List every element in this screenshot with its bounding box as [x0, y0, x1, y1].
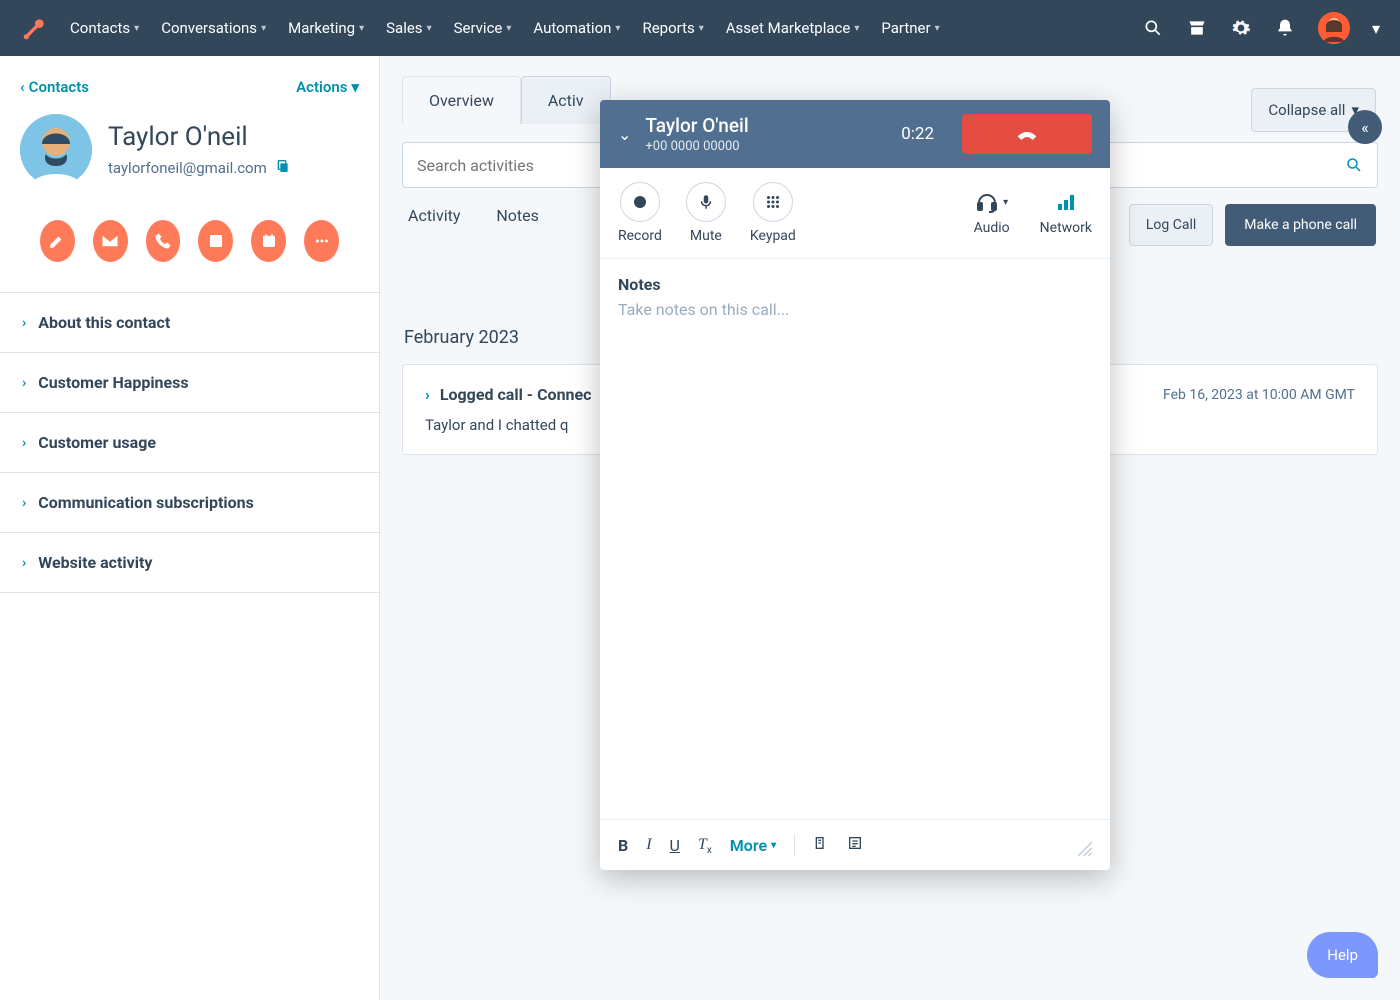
notifications-icon[interactable]: [1274, 17, 1296, 39]
record-icon: [620, 182, 660, 222]
tab-overview[interactable]: Overview: [402, 76, 521, 124]
chevron-right-icon: ›: [22, 435, 26, 451]
keypad-button[interactable]: Keypad: [750, 182, 796, 244]
caret-down-icon: ▾: [1003, 197, 1008, 208]
toolbar-separator: [794, 834, 795, 856]
chevron-down-icon: ▾: [854, 23, 859, 34]
call-controls: Record Mute Keypad ▾ Audio Network: [600, 168, 1110, 259]
signal-icon: [1054, 190, 1078, 214]
nav-conversations[interactable]: Conversations▾: [161, 19, 266, 37]
contact-quick-actions: [0, 202, 379, 292]
call-contact-name: Taylor O'neil: [645, 114, 748, 137]
filter-activity[interactable]: Activity: [408, 206, 460, 225]
record-button[interactable]: Record: [618, 182, 662, 244]
call-notes-area[interactable]: Notes Take notes on this call...: [600, 259, 1110, 819]
contact-sections: ›About this contact ›Customer Happiness …: [0, 292, 379, 593]
call-panel: ⌄ Taylor O'neil +00 0000 00000 0:22 Reco…: [600, 100, 1110, 870]
call-header: ⌄ Taylor O'neil +00 0000 00000 0:22: [600, 100, 1110, 168]
nav-service[interactable]: Service▾: [454, 19, 512, 37]
insert-button[interactable]: [847, 835, 863, 855]
activity-title: Logged call - Connec: [440, 385, 592, 404]
caret-down-icon: ▾: [351, 78, 359, 96]
chevron-down-icon: ▾: [261, 23, 266, 34]
nav-right: ▾: [1142, 12, 1380, 44]
activity-timestamp: Feb 16, 2023 at 10:00 AM GMT: [1163, 387, 1355, 403]
back-to-contacts[interactable]: ‹ Contacts: [20, 78, 89, 96]
mute-button[interactable]: Mute: [686, 182, 726, 244]
user-avatar[interactable]: [1318, 12, 1350, 44]
email-button[interactable]: [93, 220, 128, 262]
settings-icon[interactable]: [1230, 17, 1252, 39]
collapse-call-icon[interactable]: ⌄: [618, 125, 631, 144]
snippet-button[interactable]: [813, 835, 829, 855]
chevron-right-icon: ›: [425, 385, 430, 404]
note-button[interactable]: [40, 220, 75, 262]
make-phone-call-button[interactable]: Make a phone call: [1225, 204, 1376, 246]
contact-email: taylorfoneil@gmail.com: [108, 158, 291, 178]
editor-toolbar: B I U Tx More▾: [600, 819, 1110, 870]
marketplace-icon[interactable]: [1186, 17, 1208, 39]
actions-menu[interactable]: Actions ▾: [296, 78, 359, 96]
log-call-button[interactable]: Log Call: [1129, 204, 1213, 246]
nav-items: Contacts▾ Conversations▾ Marketing▾ Sale…: [70, 19, 940, 37]
nav-marketing[interactable]: Marketing▾: [288, 19, 364, 37]
tab-activities[interactable]: Activ: [521, 76, 611, 124]
chevron-down-icon: ▾: [506, 23, 511, 34]
call-button[interactable]: [146, 220, 181, 262]
resize-handle[interactable]: [1078, 842, 1092, 856]
section-customer-happiness[interactable]: ›Customer Happiness: [0, 353, 379, 413]
headset-icon: [975, 190, 999, 214]
chevron-down-icon: ▾: [699, 23, 704, 34]
chevron-down-icon: ▾: [615, 23, 620, 34]
nav-contacts[interactable]: Contacts▾: [70, 19, 139, 37]
hubspot-logo[interactable]: [20, 13, 50, 43]
network-button[interactable]: Network: [1040, 190, 1092, 236]
call-timer: 0:22: [901, 124, 934, 144]
chevron-right-icon: ›: [22, 315, 26, 331]
nav-reports[interactable]: Reports▾: [642, 19, 703, 37]
audio-button[interactable]: ▾ Audio: [974, 190, 1010, 236]
chevron-down-icon: ▾: [427, 23, 432, 34]
nav-partner[interactable]: Partner▾: [881, 19, 939, 37]
section-website-activity[interactable]: ›Website activity: [0, 533, 379, 593]
keypad-icon: [753, 182, 793, 222]
clear-format-button[interactable]: Tx: [698, 834, 712, 856]
more-button[interactable]: [304, 220, 339, 262]
search-icon[interactable]: [1142, 17, 1164, 39]
bold-button[interactable]: B: [618, 836, 628, 855]
notes-heading: Notes: [618, 275, 1092, 294]
section-customer-usage[interactable]: ›Customer usage: [0, 413, 379, 473]
task-button[interactable]: [251, 220, 286, 262]
call-phone-number: +00 0000 00000: [645, 139, 748, 154]
contact-sidebar: ‹ Contacts Actions ▾ Taylor O'neil taylo…: [0, 56, 380, 1000]
contact-name: Taylor O'neil: [108, 122, 291, 152]
filter-notes[interactable]: Notes: [496, 206, 539, 225]
copy-icon[interactable]: [275, 158, 291, 178]
contact-avatar[interactable]: [20, 114, 92, 186]
hangup-button[interactable]: [962, 114, 1092, 154]
chevron-right-icon: ›: [22, 495, 26, 511]
section-about[interactable]: ›About this contact: [0, 293, 379, 353]
nav-automation[interactable]: Automation▾: [533, 19, 620, 37]
nav-sales[interactable]: Sales▾: [386, 19, 431, 37]
microphone-icon: [686, 182, 726, 222]
top-nav: Contacts▾ Conversations▾ Marketing▾ Sale…: [0, 0, 1400, 56]
notes-placeholder: Take notes on this call...: [618, 300, 1092, 319]
chevron-down-icon: ▾: [359, 23, 364, 34]
contact-header: Taylor O'neil taylorfoneil@gmail.com: [0, 106, 379, 202]
caret-down-icon: ▾: [771, 840, 776, 851]
chevron-right-icon: ›: [22, 375, 26, 391]
nav-asset-marketplace[interactable]: Asset Marketplace▾: [726, 19, 860, 37]
chevron-down-icon: ▾: [134, 23, 139, 34]
chevron-down-icon: ▾: [935, 23, 940, 34]
more-format-button[interactable]: More▾: [730, 836, 776, 855]
expand-right-panel[interactable]: «: [1348, 110, 1382, 144]
underline-button[interactable]: U: [670, 836, 680, 855]
log-button[interactable]: [198, 220, 233, 262]
section-communication-subscriptions[interactable]: ›Communication subscriptions: [0, 473, 379, 533]
help-button[interactable]: Help: [1307, 932, 1378, 978]
italic-button[interactable]: I: [646, 836, 651, 854]
chevron-down-icon[interactable]: ▾: [1372, 19, 1380, 38]
chevron-right-icon: ›: [22, 555, 26, 571]
